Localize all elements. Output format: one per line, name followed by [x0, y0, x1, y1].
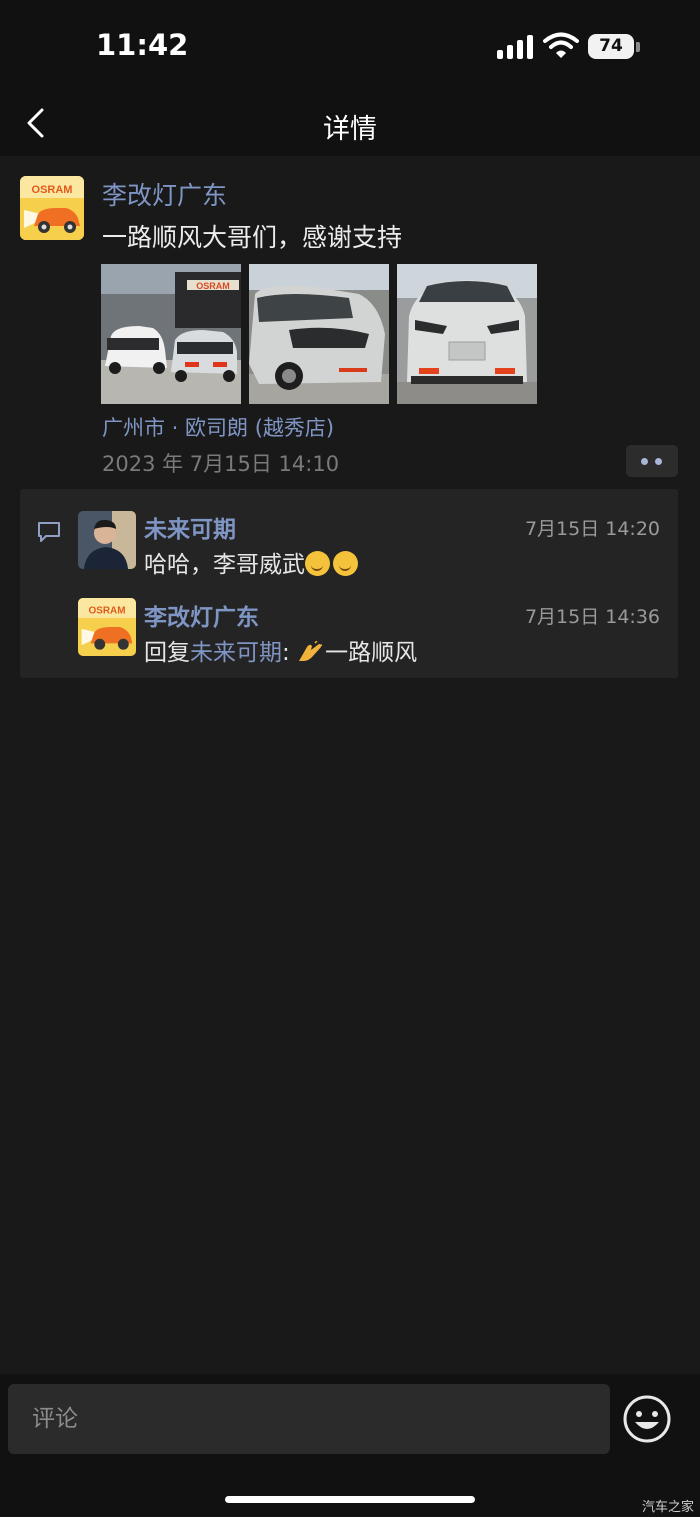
- comment-avatar-weilaikeqi[interactable]: [78, 511, 136, 569]
- reply-text: 一路顺风: [325, 640, 418, 666]
- post-location[interactable]: 广州市 · 欧司朗 (越秀店): [102, 412, 334, 442]
- battery-icon: 74: [588, 34, 634, 59]
- post-timestamp: 2023 年 7月15日 14:10: [102, 452, 340, 476]
- comment-text: 哈哈，李哥威武: [144, 545, 361, 579]
- reply-prefix: 回复: [144, 640, 190, 666]
- comment-text: 回复未来可期: 一路顺风: [144, 633, 417, 667]
- comment-input[interactable]: [8, 1384, 610, 1454]
- status-time: 11:42: [96, 28, 189, 62]
- more-actions-button[interactable]: [626, 445, 678, 477]
- smiling-face-icon: [333, 551, 358, 576]
- clapping-hand-icon: [299, 641, 323, 661]
- cellular-signal-icon: [497, 35, 533, 59]
- comment-author[interactable]: 未来可期: [144, 510, 236, 544]
- reply-separator: :: [282, 640, 298, 666]
- photo-car-front-side[interactable]: [249, 264, 389, 404]
- comment-time: 7月15日 14:36: [524, 606, 660, 628]
- person-avatar-icon: [78, 511, 136, 569]
- store-sign-text: OSRAM: [196, 281, 230, 291]
- comment-author[interactable]: 李改灯广东: [144, 598, 259, 632]
- comment-time: 7月15日 14:20: [524, 518, 660, 540]
- watermark: 汽车之家: [641, 1500, 694, 1515]
- battery-cap: [636, 42, 640, 52]
- osram-logo-text: OSRAM: [88, 605, 125, 616]
- photo-car-front[interactable]: [397, 264, 537, 404]
- osram-logo-text: OSRAM: [32, 184, 73, 196]
- nav-bar: 详情: [0, 90, 700, 156]
- emoji-button[interactable]: [622, 1394, 672, 1444]
- page-title: 详情: [323, 114, 377, 145]
- comment-text-content: 哈哈，李哥威武: [144, 552, 305, 578]
- dot-icon: [641, 458, 648, 465]
- post-author-name[interactable]: 李改灯广东: [102, 176, 227, 212]
- photo-two-white-cars[interactable]: OSRAM: [101, 264, 241, 404]
- osram-car-logo-icon: OSRAM: [20, 176, 84, 240]
- home-indicator: [225, 1496, 475, 1503]
- comment-icon: [38, 522, 60, 542]
- comment-avatar-ligaideng[interactable]: OSRAM: [78, 598, 136, 656]
- post-author-avatar[interactable]: OSRAM: [20, 176, 84, 240]
- post-text: 一路顺风大哥们，感谢支持: [102, 223, 403, 252]
- reply-mention[interactable]: 未来可期: [190, 640, 282, 666]
- status-bar: 11:42 74: [0, 0, 700, 90]
- smiling-face-icon: [305, 551, 330, 576]
- wifi-icon: [543, 32, 579, 58]
- dot-icon: [655, 458, 662, 465]
- osram-car-logo-icon: OSRAM: [78, 598, 136, 656]
